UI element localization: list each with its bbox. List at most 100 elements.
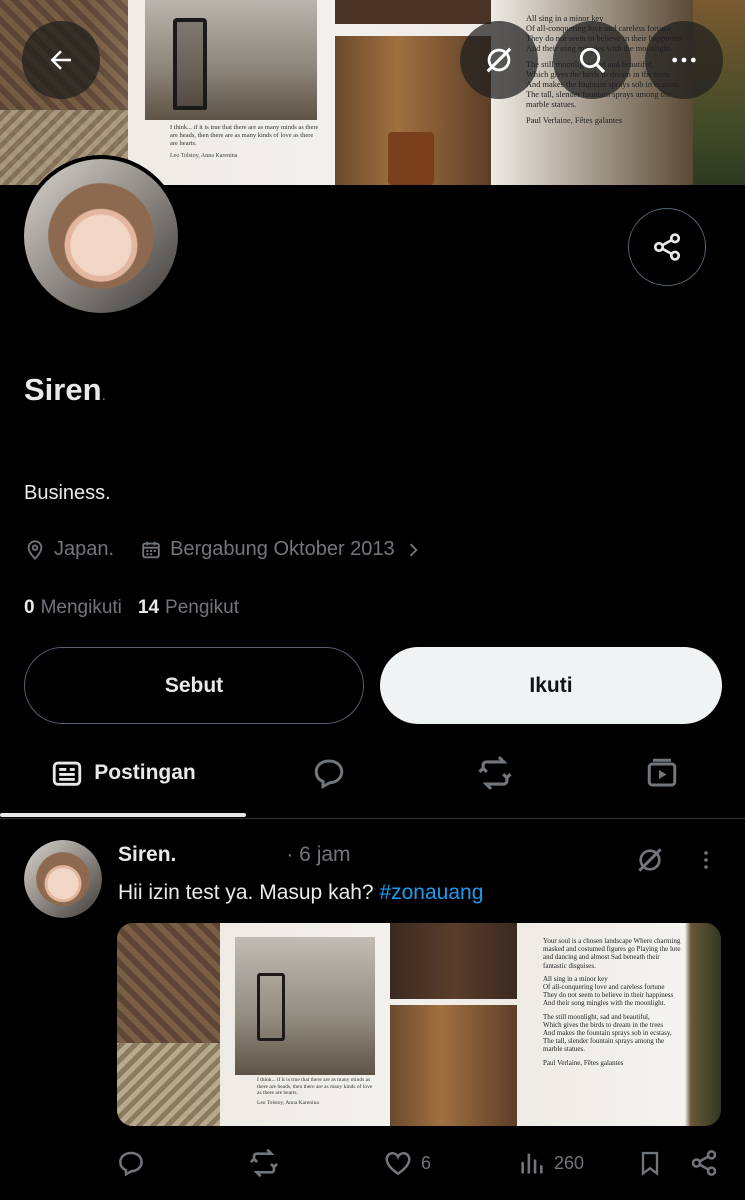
share-profile-button[interactable] <box>628 208 706 286</box>
media-quote-source: Leo Tolstoy, Anna Karenina <box>257 1099 319 1106</box>
posts-icon <box>53 761 82 786</box>
like-button[interactable]: 6 <box>383 1140 431 1186</box>
chevron-right-icon <box>409 543 418 556</box>
banner-poem-source: Paul Verlaine, Fêtes galantes <box>526 116 623 125</box>
calendar-icon <box>142 541 160 558</box>
reply-button[interactable] <box>116 1140 146 1186</box>
banner-landscape-photo <box>145 0 317 120</box>
grok-button[interactable] <box>460 21 538 99</box>
active-tab-indicator <box>0 813 246 817</box>
profile-bio: Business. <box>24 482 111 504</box>
banner-quote: I think... if it is true that there are … <box>170 124 320 160</box>
reply-icon <box>119 1151 143 1177</box>
repost-icon <box>249 1148 279 1178</box>
heart-icon <box>385 1151 411 1176</box>
media-poem-line: They do not seem to believe in their hap… <box>543 991 674 1000</box>
grok-icon <box>638 848 662 872</box>
profile-avatar[interactable] <box>20 155 182 317</box>
media-poem-source: Paul Verlaine, Fêtes galantes <box>543 1058 624 1067</box>
media-poem-head: Your soul is a chosen landscape Where ch… <box>543 937 681 970</box>
post-actions: 6 260 <box>0 1140 745 1186</box>
search-icon <box>579 47 606 74</box>
post-text: Hii izin test ya. Masup kah? #zonauang <box>118 881 483 905</box>
media-window-photo <box>390 923 517 999</box>
media-lantern <box>257 973 285 1041</box>
media-landscape-photo <box>235 937 375 1075</box>
media-poem-line: And their song mingles with the moonligh… <box>543 999 666 1008</box>
bookmark-icon <box>641 1151 659 1176</box>
share-icon <box>653 233 681 261</box>
profile-joined[interactable]: Bergabung Oktober 2013 <box>140 538 423 561</box>
avatar-photo <box>24 159 178 313</box>
profile-location-text: Japan. <box>54 538 115 560</box>
tab-posts[interactable]: Postingan <box>0 738 246 808</box>
post-more-button[interactable] <box>690 840 722 880</box>
views-chart-icon <box>521 1153 543 1174</box>
back-button[interactable] <box>22 21 100 99</box>
profile-name-suffix: . <box>101 387 106 404</box>
followers-link[interactable]: 14 Pengikut <box>138 597 239 619</box>
banner-candle-jar <box>388 132 434 185</box>
media-quote-text: I think... if it is true that there are … <box>257 1077 373 1096</box>
post-author-avatar[interactable] <box>24 840 102 918</box>
arrow-left-icon <box>50 50 71 70</box>
followers-label: Pengikut <box>165 597 239 618</box>
media-poem-line: Which gives the birds to dream in the tr… <box>543 1020 664 1029</box>
post-text-body: Hii izin test ya. Masup kah? <box>118 881 380 904</box>
profile-name-text: Siren <box>24 372 102 407</box>
like-count: 6 <box>421 1152 432 1173</box>
more-horizontal-icon <box>672 57 696 63</box>
media-knit-texture-lower <box>117 1043 220 1126</box>
repost-icon <box>478 756 512 790</box>
tab-reposts[interactable] <box>412 738 578 808</box>
repost-button[interactable] <box>248 1140 280 1186</box>
media-poem-line: Of all-conquering love and careless fort… <box>543 983 665 992</box>
profile-name: Siren. <box>24 372 106 408</box>
media-poem-line: The tall, slender fountain sprays among … <box>543 1037 665 1054</box>
following-count: 0 <box>24 597 35 618</box>
more-button[interactable] <box>645 21 723 99</box>
views-button[interactable]: 260 <box>518 1140 584 1186</box>
media-flowers-photo <box>390 1005 517 1126</box>
profile-joined-text: Bergabung Oktober 2013 <box>170 538 395 560</box>
follow-button[interactable]: Ikuti <box>380 647 722 724</box>
media-poem-line: All sing in a minor key <box>543 974 608 983</box>
tab-media[interactable] <box>578 738 745 808</box>
post-author-name[interactable]: Siren. <box>118 843 176 867</box>
post-media-image[interactable]: I think... if it is true that there are … <box>117 923 721 1126</box>
grok-icon <box>486 47 512 73</box>
tab-replies[interactable] <box>246 738 412 808</box>
profile-tabs: Postingan <box>0 738 745 818</box>
banner-quote-source: Leo Tolstoy, Anna Karenina <box>170 153 238 159</box>
share-icon <box>691 1150 717 1176</box>
reply-icon <box>314 759 344 790</box>
post-hashtag[interactable]: #zonauang <box>379 881 483 904</box>
location-pin-icon <box>27 539 43 560</box>
profile-location: Japan. <box>24 538 114 561</box>
media-quote: I think... if it is true that there are … <box>257 1077 377 1106</box>
media-poem-line: The still moonlight, sad and beautiful, <box>543 1012 650 1021</box>
profile-meta: Japan. Bergabung Oktober 2013 <box>24 538 449 561</box>
banner-quote-text: I think... if it is true that there are … <box>170 124 319 147</box>
avatar-photo <box>24 840 102 918</box>
following-label: Mengikuti <box>40 597 122 618</box>
tabs-divider <box>0 818 745 819</box>
view-count: 260 <box>554 1152 585 1173</box>
tab-posts-label: Postingan <box>94 761 196 784</box>
mention-button[interactable]: Sebut <box>24 647 364 724</box>
media-poem-line: And makes the fountain sprays sob in ecs… <box>543 1029 672 1038</box>
post-header: Siren. · 6 jam <box>118 843 351 867</box>
banner-window-photo <box>335 0 491 24</box>
more-vertical-icon <box>704 851 708 869</box>
share-post-button[interactable] <box>689 1140 719 1186</box>
following-link[interactable]: 0 Mengikuti <box>24 597 122 619</box>
profile-stats: 0 Mengikuti 14 Pengikut <box>24 597 239 619</box>
banner-lantern <box>173 18 207 110</box>
followers-count: 14 <box>137 597 160 618</box>
media-icon <box>647 758 676 787</box>
media-poem: Your soul is a chosen landscape Where ch… <box>543 937 683 1072</box>
post-timestamp[interactable]: · 6 jam <box>286 843 350 867</box>
search-button[interactable] <box>553 21 631 99</box>
post-grok-button[interactable] <box>630 840 670 880</box>
bookmark-button[interactable] <box>636 1140 664 1186</box>
